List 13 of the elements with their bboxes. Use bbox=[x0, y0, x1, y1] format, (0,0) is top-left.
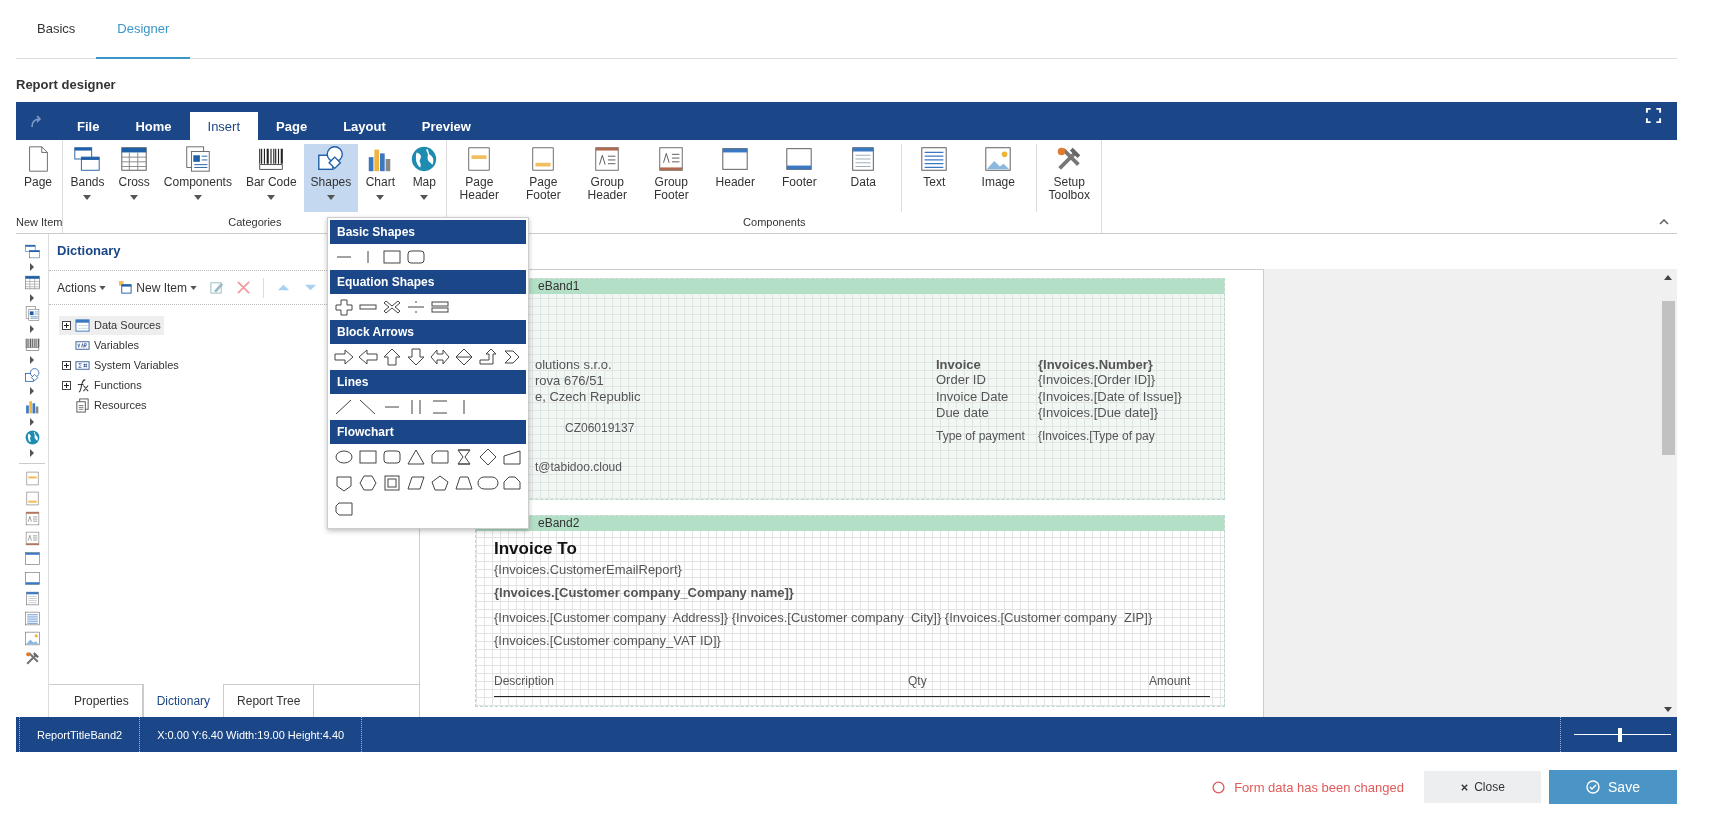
group-label: Components bbox=[743, 215, 806, 230]
menu-section-title: Block Arrows bbox=[330, 320, 526, 344]
menu-section-title: Flowchart bbox=[330, 420, 526, 444]
band-title: eBand2 bbox=[476, 516, 1224, 531]
change-notice: Form data has been changed bbox=[1234, 779, 1404, 795]
component-name: ReportTitleBand2 bbox=[36, 728, 124, 741]
menu-section-title: Lines bbox=[330, 370, 526, 394]
menu-section-title: Equation Shapes bbox=[330, 270, 526, 294]
position-readout: X:0.00 Y:6.40 Width:19.00 Height:4.40 bbox=[156, 728, 346, 741]
section-title: Report designer bbox=[16, 77, 117, 94]
group-label: New Item bbox=[16, 215, 63, 230]
menu-section-title: Basic Shapes bbox=[330, 220, 526, 244]
group-label: Categories bbox=[228, 215, 282, 230]
